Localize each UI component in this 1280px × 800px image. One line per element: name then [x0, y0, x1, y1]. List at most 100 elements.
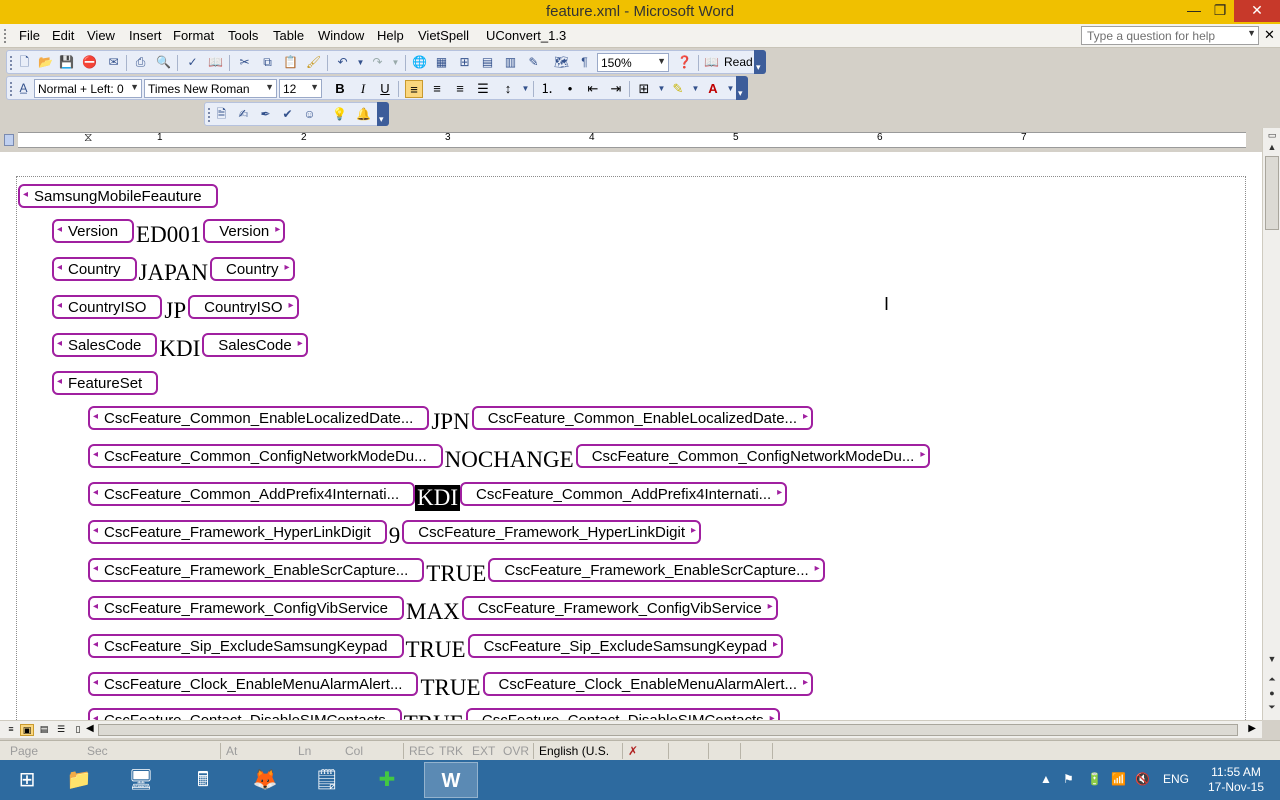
xml-close-tag[interactable]: CscFeature_Framework_EnableScrCapture...: [488, 558, 825, 582]
xml-close-tag[interactable]: Version: [203, 219, 286, 243]
xml-open-tag[interactable]: CscFeature_Framework_ConfigVibService: [88, 596, 405, 620]
xml-value[interactable]: JP: [162, 298, 188, 324]
toolbar-options-icon[interactable]: [736, 76, 748, 100]
read-button[interactable]: Read: [724, 55, 753, 69]
volume-icon[interactable]: 🔇: [1135, 772, 1150, 786]
insert-table-icon[interactable]: ⊞: [456, 54, 473, 71]
file-explorer-icon[interactable]: 📁: [52, 762, 106, 798]
border-icon[interactable]: ⊞: [635, 80, 653, 98]
xml-value[interactable]: TRUE: [418, 675, 482, 701]
tables-borders-icon[interactable]: ▦: [433, 54, 450, 71]
menu-uconvert[interactable]: UConvert_1.3: [486, 28, 566, 43]
chevron-down-icon[interactable]: ▼: [657, 56, 666, 66]
chevron-down-icon[interactable]: ▼: [265, 82, 274, 92]
menu-vietspell[interactable]: VietSpell: [418, 28, 469, 43]
xml-close-tag[interactable]: CscFeature_Clock_EnableMenuAlarmAlert...: [482, 672, 813, 696]
scroll-right-icon[interactable]: ▶: [1248, 723, 1256, 734]
highlight-icon[interactable]: ✎: [669, 80, 687, 98]
status-ext[interactable]: EXT: [472, 744, 495, 758]
xml-close-tag[interactable]: CscFeature_Framework_ConfigVibService: [461, 596, 778, 620]
undo-icon[interactable]: ↶: [334, 54, 351, 71]
menu-tools[interactable]: Tools: [228, 28, 258, 43]
xml-close-tag[interactable]: CountryISO: [188, 295, 299, 319]
reading-layout-icon[interactable]: ▯: [71, 724, 85, 736]
smiley-icon[interactable]: ☺: [301, 106, 318, 123]
font-size-select[interactable]: 12 ▼: [279, 79, 322, 98]
undo-chevron-down-icon[interactable]: ▼: [352, 54, 369, 71]
tool-plus-icon[interactable]: ✚: [360, 762, 414, 798]
status-ovr[interactable]: OVR: [503, 744, 529, 758]
xml-value[interactable]: KDI: [157, 336, 202, 362]
browse-object-icon[interactable]: ●: [1265, 688, 1279, 702]
horizontal-scroll-thumb[interactable]: [98, 724, 1238, 736]
pen-icon[interactable]: ✒: [257, 106, 274, 123]
xml-close-tag[interactable]: CscFeature_Common_ConfigNetworkModeDu...: [575, 444, 931, 468]
xml-value[interactable]: TRUE: [424, 561, 488, 587]
print-preview-icon[interactable]: 🔍: [155, 54, 172, 71]
xml-open-tag[interactable]: SalesCode: [52, 333, 158, 357]
scroll-up-icon[interactable]: ▲: [1265, 142, 1279, 156]
italic-button[interactable]: I: [354, 80, 372, 98]
edit-text-icon[interactable]: ✍: [235, 106, 252, 123]
font-select[interactable]: Times New Roman ▼: [144, 79, 277, 98]
outline-view-icon[interactable]: ☰: [54, 724, 68, 736]
menu-format[interactable]: Format: [173, 28, 214, 43]
xml-close-tag[interactable]: CscFeature_Sip_ExcludeSamsungKeypad: [467, 634, 784, 658]
paste-icon[interactable]: 📋: [282, 54, 299, 71]
xml-open-tag[interactable]: CscFeature_Contact_DisableSIMContacts: [88, 708, 402, 720]
research-icon[interactable]: 📖: [207, 54, 224, 71]
firefox-icon[interactable]: 🦊: [238, 762, 292, 798]
align-right-icon[interactable]: ≡: [451, 80, 469, 98]
align-left-icon[interactable]: ≡: [405, 80, 423, 98]
xml-value[interactable]: TRUE: [402, 711, 466, 720]
notes-icon[interactable]: 🗒: [300, 762, 354, 798]
drawing-icon[interactable]: ✎: [525, 54, 542, 71]
line-spacing-chevron-down-icon[interactable]: ▼: [517, 80, 534, 97]
increase-indent-icon[interactable]: ⇥: [607, 80, 625, 98]
read-icon[interactable]: 📖: [703, 54, 720, 71]
chevron-down-icon[interactable]: ▼: [1247, 28, 1256, 38]
menu-help[interactable]: Help: [377, 28, 404, 43]
word-taskbar-icon[interactable]: W: [424, 762, 478, 798]
line-spacing-icon[interactable]: ↕: [499, 80, 517, 98]
new-document-icon[interactable]: 🗋: [16, 54, 33, 71]
open-folder-icon[interactable]: 📂: [37, 54, 54, 71]
normal-view-icon[interactable]: ≡: [4, 724, 18, 736]
toolbar-grip-icon[interactable]: [208, 108, 212, 122]
flag-icon[interactable]: ⚑: [1063, 772, 1074, 786]
toolbar-options-icon[interactable]: [377, 102, 389, 126]
scroll-left-icon[interactable]: ◀: [86, 723, 94, 734]
menu-table[interactable]: Table: [273, 28, 304, 43]
xml-value[interactable]: MAX: [404, 599, 462, 625]
xml-value[interactable]: TRUE: [404, 637, 468, 663]
xml-value[interactable]: JPN: [429, 409, 471, 435]
xml-close-tag[interactable]: CscFeature_Common_EnableLocalizedDate...: [471, 406, 814, 430]
status-rec[interactable]: REC: [409, 744, 434, 758]
document-map-icon[interactable]: 🗺: [553, 54, 570, 71]
status-trk[interactable]: TRK: [439, 744, 463, 758]
menu-edit[interactable]: Edit: [52, 28, 74, 43]
border-chevron-down-icon[interactable]: ▼: [653, 80, 670, 97]
document-icon[interactable]: 🗎: [213, 106, 230, 123]
computer-icon[interactable]: 🖥: [114, 762, 168, 798]
xml-value[interactable]: 9: [387, 523, 403, 549]
xml-open-tag[interactable]: CscFeature_Framework_HyperLinkDigit: [88, 520, 387, 544]
tray-language[interactable]: ENG: [1163, 772, 1189, 786]
xml-value[interactable]: NOCHANGE: [443, 447, 576, 473]
xml-open-tag[interactable]: CscFeature_Common_EnableLocalizedDate...: [88, 406, 430, 430]
print-layout-icon[interactable]: ▤: [37, 724, 51, 736]
tray-up-arrow-icon[interactable]: ▲: [1040, 772, 1052, 786]
xml-open-tag[interactable]: CscFeature_Common_ConfigNetworkModeDu...: [88, 444, 443, 468]
xml-value[interactable]: ED001: [134, 222, 203, 248]
insert-excel-icon[interactable]: ▤: [479, 54, 496, 71]
columns-icon[interactable]: ▥: [502, 54, 519, 71]
xml-value-selected[interactable]: KDI: [415, 485, 461, 511]
bold-button[interactable]: B: [331, 80, 349, 98]
xml-open-tag[interactable]: SamsungMobileFeauture: [18, 184, 218, 208]
toolbar-options-icon[interactable]: [754, 50, 766, 74]
align-center-icon[interactable]: ≡: [428, 80, 446, 98]
web-layout-icon[interactable]: ▣: [20, 724, 34, 736]
hyperlink-icon[interactable]: 🌐: [411, 54, 428, 71]
zoom-select[interactable]: 150% ▼: [597, 53, 669, 72]
help-icon[interactable]: ❓: [676, 54, 693, 71]
